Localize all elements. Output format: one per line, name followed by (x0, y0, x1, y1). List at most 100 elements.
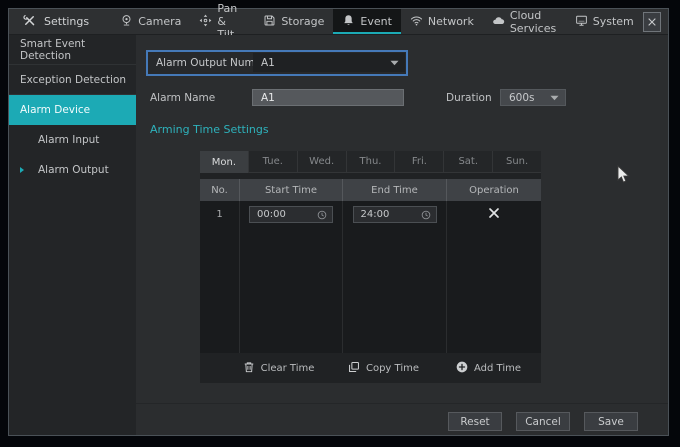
footer-buttons: Reset Cancel Save (448, 412, 638, 431)
tab-system-label: System (593, 15, 634, 28)
sidebar-item-label: Exception Detection (20, 74, 126, 86)
tab-pan-tilt[interactable]: Pan & Tilt (190, 9, 254, 34)
arming-time-settings-title: Arming Time Settings (150, 123, 269, 136)
sidebar-item-smart-event-detection[interactable]: Smart Event Detection (9, 35, 136, 65)
tab-system[interactable]: System (566, 9, 643, 34)
row-number: 1 (216, 206, 222, 220)
day-tab-tue[interactable]: Tue. (249, 151, 298, 173)
tab-cloud-services[interactable]: Cloud Services (483, 9, 566, 34)
sidebar-item-alarm-input[interactable]: Alarm Input (9, 125, 136, 155)
cloud-icon (492, 14, 505, 30)
settings-label: Settings (44, 15, 89, 28)
duration-select[interactable]: 600s (500, 89, 566, 106)
clock-icon (317, 210, 327, 220)
trash-icon (243, 361, 255, 376)
operation-column (447, 201, 541, 353)
reset-button[interactable]: Reset (448, 412, 502, 431)
alarm-output-number-select[interactable]: A1 (253, 53, 405, 72)
alarm-output-number-row: Alarm Output Number A1 (146, 50, 408, 76)
event-bell-icon (342, 14, 355, 30)
col-header-operation: Operation (447, 179, 541, 201)
col-header-no: No. (200, 179, 240, 201)
tab-cloud-services-label: Cloud Services (510, 9, 557, 35)
duration-value: 600s (509, 92, 535, 104)
tab-storage[interactable]: Storage (254, 9, 333, 34)
chevron-down-icon (390, 60, 399, 66)
expand-arrow-icon (20, 167, 24, 173)
top-bar: Settings Camera (9, 9, 668, 35)
sidebar: Smart Event Detection Exception Detectio… (9, 35, 136, 435)
tab-camera[interactable]: Camera (111, 9, 190, 34)
cancel-button[interactable]: Cancel (516, 412, 570, 431)
no-column: 1 (200, 201, 240, 353)
pan-tilt-icon (199, 14, 212, 30)
settings-window: Settings Camera (8, 8, 669, 436)
sidebar-item-alarm-output[interactable]: Alarm Output (9, 155, 136, 185)
tab-camera-label: Camera (138, 15, 181, 28)
tab-network-label: Network (428, 15, 474, 28)
col-header-start-time: Start Time (240, 179, 343, 201)
alarm-name-input[interactable] (252, 89, 404, 106)
tab-event-label: Event (360, 15, 392, 28)
day-tab-label: Sun. (506, 156, 528, 167)
plus-circle-icon (456, 361, 468, 376)
arming-table-header: No. Start Time End Time Operation (200, 179, 541, 201)
sidebar-item-label: Smart Event Detection (20, 38, 136, 62)
network-wifi-icon (410, 14, 423, 30)
top-tabs: Camera Pan & Tilt (111, 9, 643, 34)
camera-icon (120, 14, 133, 30)
add-time-button[interactable]: Add Time (436, 361, 541, 376)
sidebar-item-label: Alarm Input (38, 134, 99, 146)
copy-time-button[interactable]: Copy Time (331, 361, 436, 376)
arming-actions: Clear Time Copy Time (200, 353, 541, 383)
day-tab-label: Thu. (360, 156, 382, 167)
day-tabs: Mon. Tue. Wed. Thu. Fri. Sat. Sun. (200, 151, 541, 173)
arming-table-body: 1 00:00 (200, 201, 541, 353)
col-header-end-time: End Time (343, 179, 447, 201)
day-tab-label: Tue. (263, 156, 283, 167)
day-tab-label: Sat. (458, 156, 478, 167)
main-area: Smart Event Detection Exception Detectio… (9, 35, 668, 435)
footer-divider (136, 403, 668, 404)
sidebar-item-exception-detection[interactable]: Exception Detection (9, 65, 136, 95)
system-monitor-icon (575, 14, 588, 30)
start-time-column: 00:00 (240, 201, 343, 353)
end-time-input[interactable]: 24:00 (353, 206, 437, 223)
settings-title: Settings (9, 9, 111, 34)
copy-time-label: Copy Time (366, 363, 419, 374)
close-icon (647, 12, 657, 31)
chevron-down-icon (550, 95, 559, 101)
day-tab-label: Wed. (309, 156, 334, 167)
day-tab-sat[interactable]: Sat. (444, 151, 493, 173)
arming-time-panel: Mon. Tue. Wed. Thu. Fri. Sat. Sun. No. S… (200, 151, 541, 383)
tab-network[interactable]: Network (401, 9, 483, 34)
day-tab-thu[interactable]: Thu. (347, 151, 396, 173)
add-time-label: Add Time (474, 363, 521, 374)
copy-icon (348, 361, 360, 376)
day-tab-fri[interactable]: Fri. (395, 151, 444, 173)
save-button[interactable]: Save (584, 412, 638, 431)
clear-time-label: Clear Time (261, 363, 315, 374)
delete-row-button[interactable] (488, 207, 500, 219)
close-button[interactable] (643, 12, 661, 32)
day-tab-sun[interactable]: Sun. (493, 151, 541, 173)
duration-label: Duration (446, 92, 492, 104)
storage-icon (263, 14, 276, 30)
alarm-name-label: Alarm Name (150, 92, 215, 104)
alarm-output-number-value: A1 (261, 57, 275, 69)
day-tab-label: Fri. (412, 156, 427, 167)
start-time-input[interactable]: 00:00 (249, 206, 333, 223)
clear-time-button[interactable]: Clear Time (226, 361, 331, 376)
tab-storage-label: Storage (281, 15, 324, 28)
start-time-value: 00:00 (257, 209, 286, 220)
day-tab-wed[interactable]: Wed. (298, 151, 347, 173)
sidebar-item-alarm-device[interactable]: Alarm Device (9, 95, 136, 125)
day-tab-mon[interactable]: Mon. (200, 151, 249, 173)
sidebar-item-label: Alarm Device (20, 104, 90, 116)
settings-tools-icon (23, 14, 36, 30)
sidebar-item-label: Alarm Output (38, 164, 109, 176)
tab-event[interactable]: Event (333, 9, 401, 34)
end-time-value: 24:00 (361, 209, 390, 220)
day-tab-label: Mon. (212, 157, 236, 168)
clock-icon (421, 210, 431, 220)
